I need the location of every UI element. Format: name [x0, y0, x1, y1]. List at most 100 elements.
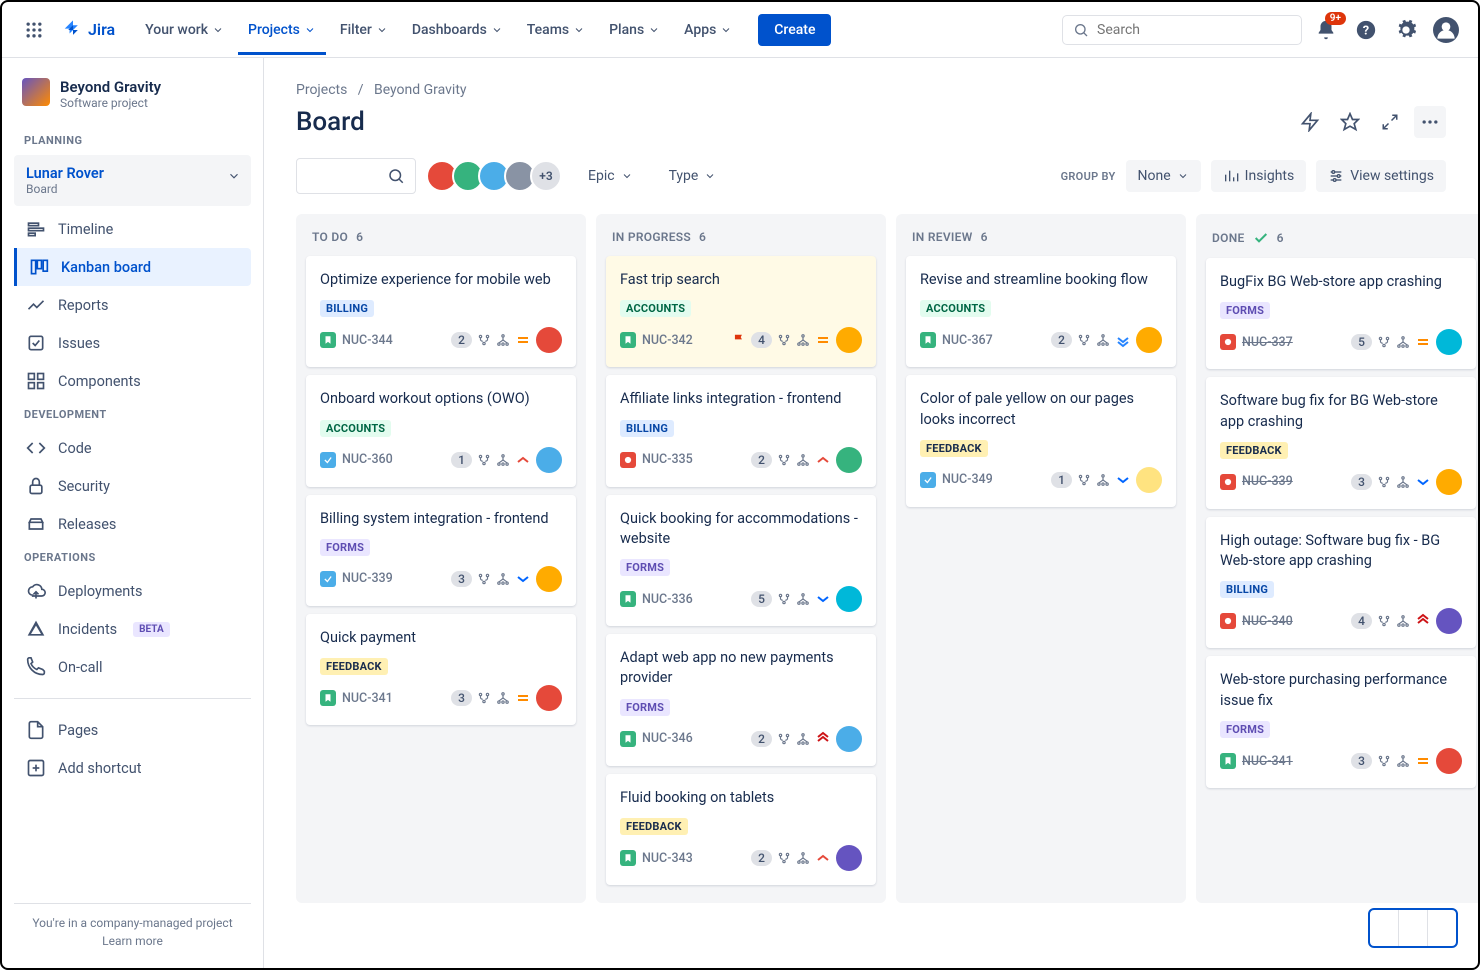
epic-filter[interactable]: Epic: [578, 160, 643, 192]
assignee-avatar[interactable]: [836, 586, 862, 612]
card[interactable]: Fluid booking on tablets FEEDBACK NUC-34…: [606, 774, 876, 885]
type-filter[interactable]: Type: [659, 160, 727, 192]
board-search[interactable]: [296, 158, 416, 194]
nav-your-work[interactable]: Your work: [135, 5, 234, 55]
card[interactable]: High outage: Software bug fix - BG Web-s…: [1206, 517, 1476, 649]
jira-logo[interactable]: Jira: [54, 19, 123, 41]
tree-icon: [1396, 754, 1410, 768]
tree-icon: [796, 851, 810, 865]
float-widget[interactable]: [1368, 908, 1458, 948]
assignee-avatar[interactable]: [836, 726, 862, 752]
insights-button[interactable]: Insights: [1211, 160, 1307, 192]
profile-icon[interactable]: [1430, 14, 1462, 46]
nav-teams[interactable]: Teams: [517, 5, 595, 55]
card[interactable]: BugFix BG Web-store app crashing FORMS N…: [1206, 258, 1476, 369]
star-icon[interactable]: [1334, 106, 1366, 138]
assignee-avatar[interactable]: [536, 327, 562, 353]
card[interactable]: Billing system integration - frontend FO…: [306, 495, 576, 606]
story-points: 2: [1051, 332, 1072, 348]
assignee-avatar[interactable]: [1436, 329, 1462, 355]
incidents-icon: [26, 619, 46, 639]
nav-plans[interactable]: Plans: [599, 5, 670, 55]
card[interactable]: Color of pale yellow on our pages looks …: [906, 375, 1176, 507]
sidebar-item-kanban-board[interactable]: Kanban board: [14, 248, 251, 286]
card[interactable]: Fast trip search ACCOUNTS NUC-342 4: [606, 256, 876, 367]
avatar-more[interactable]: +3: [530, 160, 562, 192]
view-settings-button[interactable]: View settings: [1316, 160, 1446, 192]
sidebar-item-pages[interactable]: Pages: [14, 711, 251, 749]
create-button[interactable]: Create: [758, 14, 831, 46]
sidebar-item-issues[interactable]: Issues: [14, 324, 251, 362]
automation-icon[interactable]: [1294, 106, 1326, 138]
global-search[interactable]: [1062, 15, 1302, 45]
learn-more-link[interactable]: Learn more: [14, 934, 251, 948]
development-label: DEVELOPMENT: [14, 400, 251, 429]
assignee-avatar[interactable]: [836, 447, 862, 473]
card[interactable]: Quick booking for accommodations - websi…: [606, 495, 876, 627]
card[interactable]: Software bug fix for BG Web-store app cr…: [1206, 377, 1476, 509]
sidebar-item-on-call[interactable]: On-call: [14, 648, 251, 686]
board-search-input[interactable]: [307, 169, 387, 184]
timeline-icon: [26, 219, 46, 239]
sidebar-item-deployments[interactable]: Deployments: [14, 572, 251, 610]
card[interactable]: Affiliate links integration - frontend B…: [606, 375, 876, 486]
card[interactable]: Web-store purchasing performance issue f…: [1206, 656, 1476, 788]
fullscreen-icon[interactable]: [1374, 106, 1406, 138]
card-title: Onboard workout options (OWO): [320, 389, 562, 409]
nav-filter[interactable]: Filter: [330, 5, 398, 55]
app-switcher-icon[interactable]: [18, 14, 50, 46]
planning-label: PLANNING: [14, 126, 251, 155]
card[interactable]: Quick payment FEEDBACK NUC-341 3: [306, 614, 576, 725]
assignee-filter[interactable]: +3: [432, 160, 562, 192]
assignee-avatar[interactable]: [836, 845, 862, 871]
issue-key: NUC-336: [642, 592, 693, 607]
sidebar-item-releases[interactable]: Releases: [14, 505, 251, 543]
sidebar-board-group[interactable]: Lunar Rover Board: [14, 155, 251, 206]
card[interactable]: Revise and streamline booking flow ACCOU…: [906, 256, 1176, 367]
story-icon: [620, 591, 636, 607]
sidebar-item-timeline[interactable]: Timeline: [14, 210, 251, 248]
assignee-avatar[interactable]: [536, 447, 562, 473]
assignee-avatar[interactable]: [1436, 608, 1462, 634]
group-by-dropdown[interactable]: None: [1126, 160, 1201, 192]
chevron-down-icon: [720, 24, 732, 36]
project-header[interactable]: Beyond Gravity Software project: [14, 78, 251, 126]
sidebar-item-components[interactable]: Components: [14, 362, 251, 400]
more-icon[interactable]: [1414, 106, 1446, 138]
tree-icon: [1396, 614, 1410, 628]
sidebar-item-reports[interactable]: Reports: [14, 286, 251, 324]
assignee-avatar[interactable]: [1436, 748, 1462, 774]
story-points: 5: [751, 591, 772, 607]
assignee-avatar[interactable]: [1436, 469, 1462, 495]
assignee-avatar[interactable]: [536, 685, 562, 711]
assignee-avatar[interactable]: [1136, 327, 1162, 353]
security-icon: [26, 476, 46, 496]
settings-icon[interactable]: [1390, 14, 1422, 46]
assignee-avatar[interactable]: [1136, 467, 1162, 493]
sidebar-item-security[interactable]: Security: [14, 467, 251, 505]
help-icon[interactable]: ?: [1350, 14, 1382, 46]
nav-dashboards[interactable]: Dashboards: [402, 5, 513, 55]
sidebar-item-add-shortcut[interactable]: Add shortcut: [14, 749, 251, 787]
issues-icon: [26, 333, 46, 353]
project-type: Software project: [60, 96, 161, 110]
story-points: 2: [751, 452, 772, 468]
card[interactable]: Adapt web app no new payments provider F…: [606, 634, 876, 766]
card[interactable]: Onboard workout options (OWO) ACCOUNTS N…: [306, 375, 576, 486]
nav-apps[interactable]: Apps: [674, 5, 742, 55]
breadcrumb-project[interactable]: Beyond Gravity: [374, 82, 467, 98]
assignee-avatar[interactable]: [536, 566, 562, 592]
notifications-icon[interactable]: 9+: [1310, 14, 1342, 46]
card[interactable]: Optimize experience for mobile web BILLI…: [306, 256, 576, 367]
sidebar-item-incidents[interactable]: IncidentsBETA: [14, 610, 251, 648]
assignee-avatar[interactable]: [836, 327, 862, 353]
breadcrumb-projects[interactable]: Projects: [296, 82, 347, 98]
issue-key: NUC-360: [342, 452, 393, 467]
ops-items: DeploymentsIncidentsBETAOn-call: [14, 572, 251, 686]
search-input[interactable]: [1097, 22, 1291, 38]
sidebar-footer: You're in a company-managed project Lear…: [14, 903, 251, 948]
priority-icon: [815, 850, 831, 866]
sidebar-item-code[interactable]: Code: [14, 429, 251, 467]
nav-projects[interactable]: Projects: [238, 5, 326, 55]
priority-icon: [815, 452, 831, 468]
